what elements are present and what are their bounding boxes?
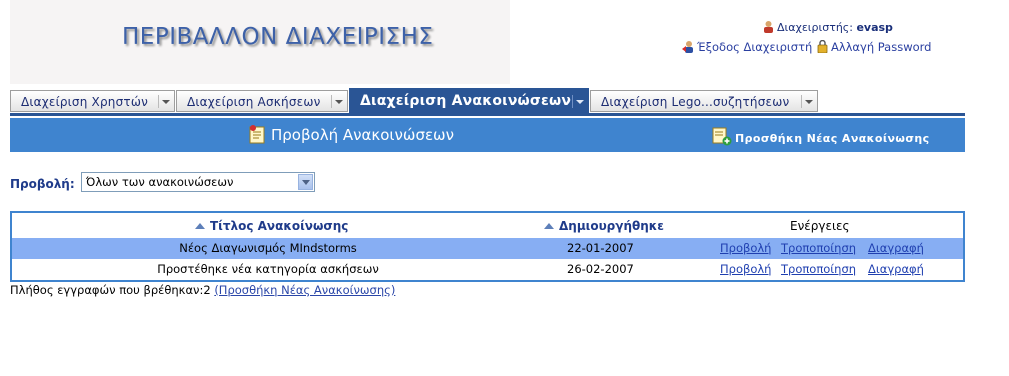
column-header-created[interactable]: Δημιουργήθηκε (544, 219, 664, 233)
tab-announcements[interactable]: Διαχείριση Ανακοινώσεων (349, 88, 589, 114)
table-row[interactable]: Προστέθηκε νέα κατηγορία ασκήσεων 26-02-… (12, 259, 963, 280)
announcements-table: Τίτλος Ανακοίνωσης Δημιουργήθηκε Ενέργει… (10, 211, 965, 282)
tab-exercises[interactable]: Διαχείριση Ασκήσεων (176, 90, 348, 112)
lock-icon (817, 40, 828, 53)
chevron-down-icon[interactable] (801, 95, 814, 108)
record-count: Πλήθος εγγραφών που βρέθηκαν:2 (Προσθήκη… (10, 283, 395, 297)
edit-link[interactable]: Τροποποίηση (781, 262, 856, 276)
change-password-link[interactable]: Αλλαγή Password (831, 40, 932, 54)
tab-underline (10, 113, 965, 116)
sort-asc-icon (544, 223, 554, 229)
toolbar: Προβολή Ανακοινώσεων Προσθήκη Νέας Ανακο… (10, 118, 965, 152)
add-note-icon (712, 127, 732, 146)
delete-link[interactable]: Διαγραφή (868, 241, 924, 255)
filter-select[interactable]: Όλων των ανακοινώσεων (81, 172, 315, 192)
view-link[interactable]: Προβολή (720, 262, 771, 276)
add-announcement-label: Προσθήκη Νέας Ανακοίνωσης (735, 132, 930, 145)
column-header-actions: Ενέργειες (790, 219, 850, 233)
row-date: 26-02-2007 (567, 262, 634, 276)
logout-icon (682, 41, 693, 53)
chevron-down-icon[interactable] (572, 95, 585, 108)
admin-label: Διαχειριστής: (777, 21, 853, 34)
chevron-down-icon[interactable] (331, 95, 344, 108)
delete-link[interactable]: Διαγραφή (868, 262, 924, 276)
tab-users-label: Διαχείριση Χρηστών (21, 95, 148, 109)
admin-username: evasp (856, 21, 893, 34)
record-count-text: Πλήθος εγγραφών που βρέθηκαν:2 (10, 283, 211, 297)
logout-link[interactable]: Έξοδος Διαχειριστή (697, 40, 812, 54)
notepad-icon (249, 125, 265, 144)
add-announcement-link[interactable]: (Προσθήκη Νέας Ανακοίνωσης) (214, 283, 395, 297)
admin-actions: Έξοδος Διαχειριστή Αλλαγή Password (682, 40, 931, 54)
user-icon (764, 21, 773, 33)
row-title: Νέος Διαγωνισμός MIndstorms (179, 241, 357, 255)
column-header-title[interactable]: Τίτλος Ανακοίνωσης (195, 219, 348, 233)
add-announcement-button[interactable]: Προσθήκη Νέας Ανακοίνωσης (712, 126, 930, 146)
view-link[interactable]: Προβολή (720, 241, 771, 255)
view-announcements-button[interactable]: Προβολή Ανακοινώσεων (248, 124, 454, 144)
view-announcements-label: Προβολή Ανακοινώσεων (271, 126, 454, 144)
tab-announcements-label: Διαχείριση Ανακοινώσεων (360, 93, 572, 109)
app-title: ΠΕΡΙΒΑΛΛΟΝ ΔΙΑΧΕΙΡΙΣΗΣ (122, 24, 434, 50)
tab-lego-discussions-label: Διαχείριση Lego...συζητήσεων (601, 95, 790, 109)
row-date: 22-01-2007 (567, 241, 634, 255)
chevron-down-icon[interactable] (158, 95, 171, 108)
sort-asc-icon (195, 223, 205, 229)
tab-bar: Διαχείριση Χρηστών Διαχείριση Ασκήσεων Δ… (10, 88, 965, 114)
tab-users[interactable]: Διαχείριση Χρηστών (10, 90, 175, 112)
filter-selected-value: Όλων των ανακοινώσεων (86, 175, 234, 189)
admin-info: Διαχειριστής: evasp (762, 20, 893, 34)
table-row[interactable]: Νέος Διαγωνισμός MIndstorms 22-01-2007 Π… (12, 238, 963, 259)
tab-exercises-label: Διαχείριση Ασκήσεων (187, 95, 321, 109)
tab-lego-discussions[interactable]: Διαχείριση Lego...συζητήσεων (590, 90, 818, 112)
filter-label: Προβολή: (10, 177, 75, 191)
row-title: Προστέθηκε νέα κατηγορία ασκήσεων (157, 262, 379, 276)
edit-link[interactable]: Τροποποίηση (781, 241, 856, 255)
chevron-down-icon[interactable] (298, 174, 313, 190)
